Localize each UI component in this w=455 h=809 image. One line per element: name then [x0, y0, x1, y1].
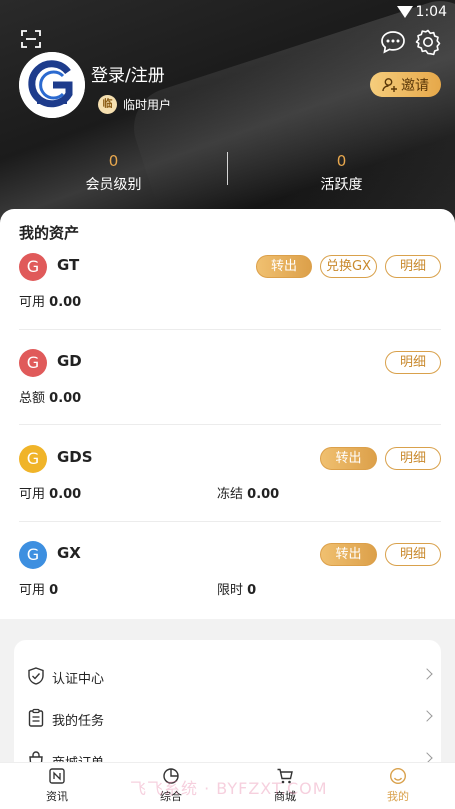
- app-logo-icon: [19, 52, 85, 118]
- available-label: 可用: [19, 295, 46, 310]
- tab-mall[interactable]: 商城: [228, 767, 342, 804]
- asset-name: GD: [57, 352, 82, 370]
- user-type-badge: 临 临时用户: [98, 94, 171, 114]
- tab-label: 我的: [387, 790, 409, 803]
- total-value: 0.00: [49, 391, 82, 406]
- status-bar: 1:04: [0, 0, 455, 24]
- asset-name: GT: [57, 256, 80, 274]
- user-face-icon: [389, 767, 407, 785]
- menu-label: 认证中心: [52, 672, 105, 687]
- avatar[interactable]: [19, 52, 85, 118]
- tab-label: 商城: [274, 790, 296, 803]
- chevron-right-icon: [421, 668, 433, 680]
- coin-gt-icon: G: [19, 253, 47, 281]
- message-icon[interactable]: [380, 30, 406, 54]
- available-label: 可用: [19, 583, 46, 598]
- member-level-label: 会员级别: [85, 177, 142, 193]
- member-level-value: 0: [108, 152, 119, 170]
- limited-amount: 限时 0: [217, 579, 256, 598]
- menu-item-orders[interactable]: 商城订单: [14, 740, 441, 764]
- member-level-stat[interactable]: 0 会员级别: [0, 152, 227, 194]
- shield-check-icon: [28, 667, 44, 685]
- asset-row-gd: G GD 明细 总额 0.00: [0, 349, 455, 446]
- coin-gds-icon: G: [19, 445, 47, 473]
- assets-card: 我的资产 G GT 转出 兑换GX 明细 可用 0.00 G GD 明细 总额 …: [0, 209, 455, 619]
- limited-value: 0: [247, 583, 257, 598]
- pie-chart-icon: [163, 768, 179, 784]
- tab-mine[interactable]: 我的: [341, 767, 455, 804]
- available-amount: 可用 0.00: [19, 483, 81, 502]
- transfer-out-button[interactable]: 转出: [256, 255, 312, 278]
- available-amount: 可用 0: [19, 579, 58, 598]
- gear-icon[interactable]: [414, 28, 442, 56]
- frozen-value: 0.00: [247, 487, 280, 502]
- tab-news[interactable]: 资讯: [0, 767, 114, 804]
- user-type-label: 临时用户: [123, 97, 172, 112]
- coin-gx-icon: G: [19, 541, 47, 569]
- divider: [19, 329, 441, 330]
- tab-label: 资讯: [46, 790, 68, 803]
- transfer-out-button[interactable]: 转出: [320, 447, 377, 470]
- news-icon: [49, 768, 65, 784]
- activity-stat[interactable]: 0 活跃度: [228, 152, 455, 194]
- function-menu: 认证中心 我的任务 商城订单: [14, 640, 441, 780]
- transfer-out-button[interactable]: 转出: [320, 543, 377, 566]
- scan-icon[interactable]: [21, 30, 41, 48]
- tab-label: 综合: [160, 790, 182, 803]
- available-label: 可用: [19, 487, 46, 502]
- status-time: 1:04: [415, 4, 447, 20]
- clipboard-icon: [28, 708, 44, 727]
- menu-item-tasks[interactable]: 我的任务: [14, 698, 441, 740]
- asset-row-gds: G GDS 转出 明细 可用 0.00 冻结 0.00: [0, 445, 455, 542]
- divider: [19, 424, 441, 425]
- exchange-gx-button[interactable]: 兑换GX: [320, 255, 377, 278]
- asset-name: GDS: [57, 448, 93, 466]
- asset-row-gt: G GT 转出 兑换GX 明细 可用 0.00: [0, 253, 455, 350]
- details-button[interactable]: 明细: [385, 447, 441, 470]
- available-value: 0.00: [49, 295, 82, 310]
- login-register-link[interactable]: 登录/注册: [91, 61, 165, 86]
- asset-name: GX: [57, 544, 81, 562]
- tab-overview[interactable]: 综合: [114, 767, 228, 804]
- frozen-amount: 冻结 0.00: [217, 483, 279, 502]
- invite-label: 邀请: [401, 77, 429, 94]
- total-amount: 总额 0.00: [19, 387, 81, 406]
- total-label: 总额: [19, 391, 46, 406]
- menu-label: 我的任务: [52, 714, 105, 729]
- chevron-right-icon: [421, 710, 433, 722]
- activity-label: 活跃度: [320, 177, 363, 193]
- details-button[interactable]: 明细: [385, 351, 441, 374]
- available-amount: 可用 0.00: [19, 291, 81, 310]
- details-button[interactable]: 明细: [385, 543, 441, 566]
- frozen-label: 冻结: [217, 487, 244, 502]
- divider: [19, 521, 441, 522]
- bottom-tab-bar: 资讯 综合 商城 我的: [0, 762, 455, 809]
- wifi-icon: [397, 6, 413, 18]
- temp-user-icon: 临: [98, 94, 117, 114]
- activity-value: 0: [336, 152, 347, 170]
- coin-gd-icon: G: [19, 349, 47, 377]
- profile-header: 1:04 登录/注册 临 临时用户 邀请 0 会员级别 0 活跃度: [0, 0, 455, 235]
- menu-item-verification[interactable]: 认证中心: [14, 656, 441, 698]
- limited-label: 限时: [217, 583, 244, 598]
- available-value: 0: [49, 583, 59, 598]
- cart-icon: [277, 768, 293, 784]
- details-button[interactable]: 明细: [385, 255, 441, 278]
- invite-button[interactable]: 邀请: [370, 72, 441, 97]
- available-value: 0.00: [49, 487, 82, 502]
- add-user-icon: [382, 77, 397, 92]
- assets-title: 我的资产: [19, 224, 80, 242]
- asset-row-gx: G GX 转出 明细 可用 0 限时 0: [0, 541, 455, 638]
